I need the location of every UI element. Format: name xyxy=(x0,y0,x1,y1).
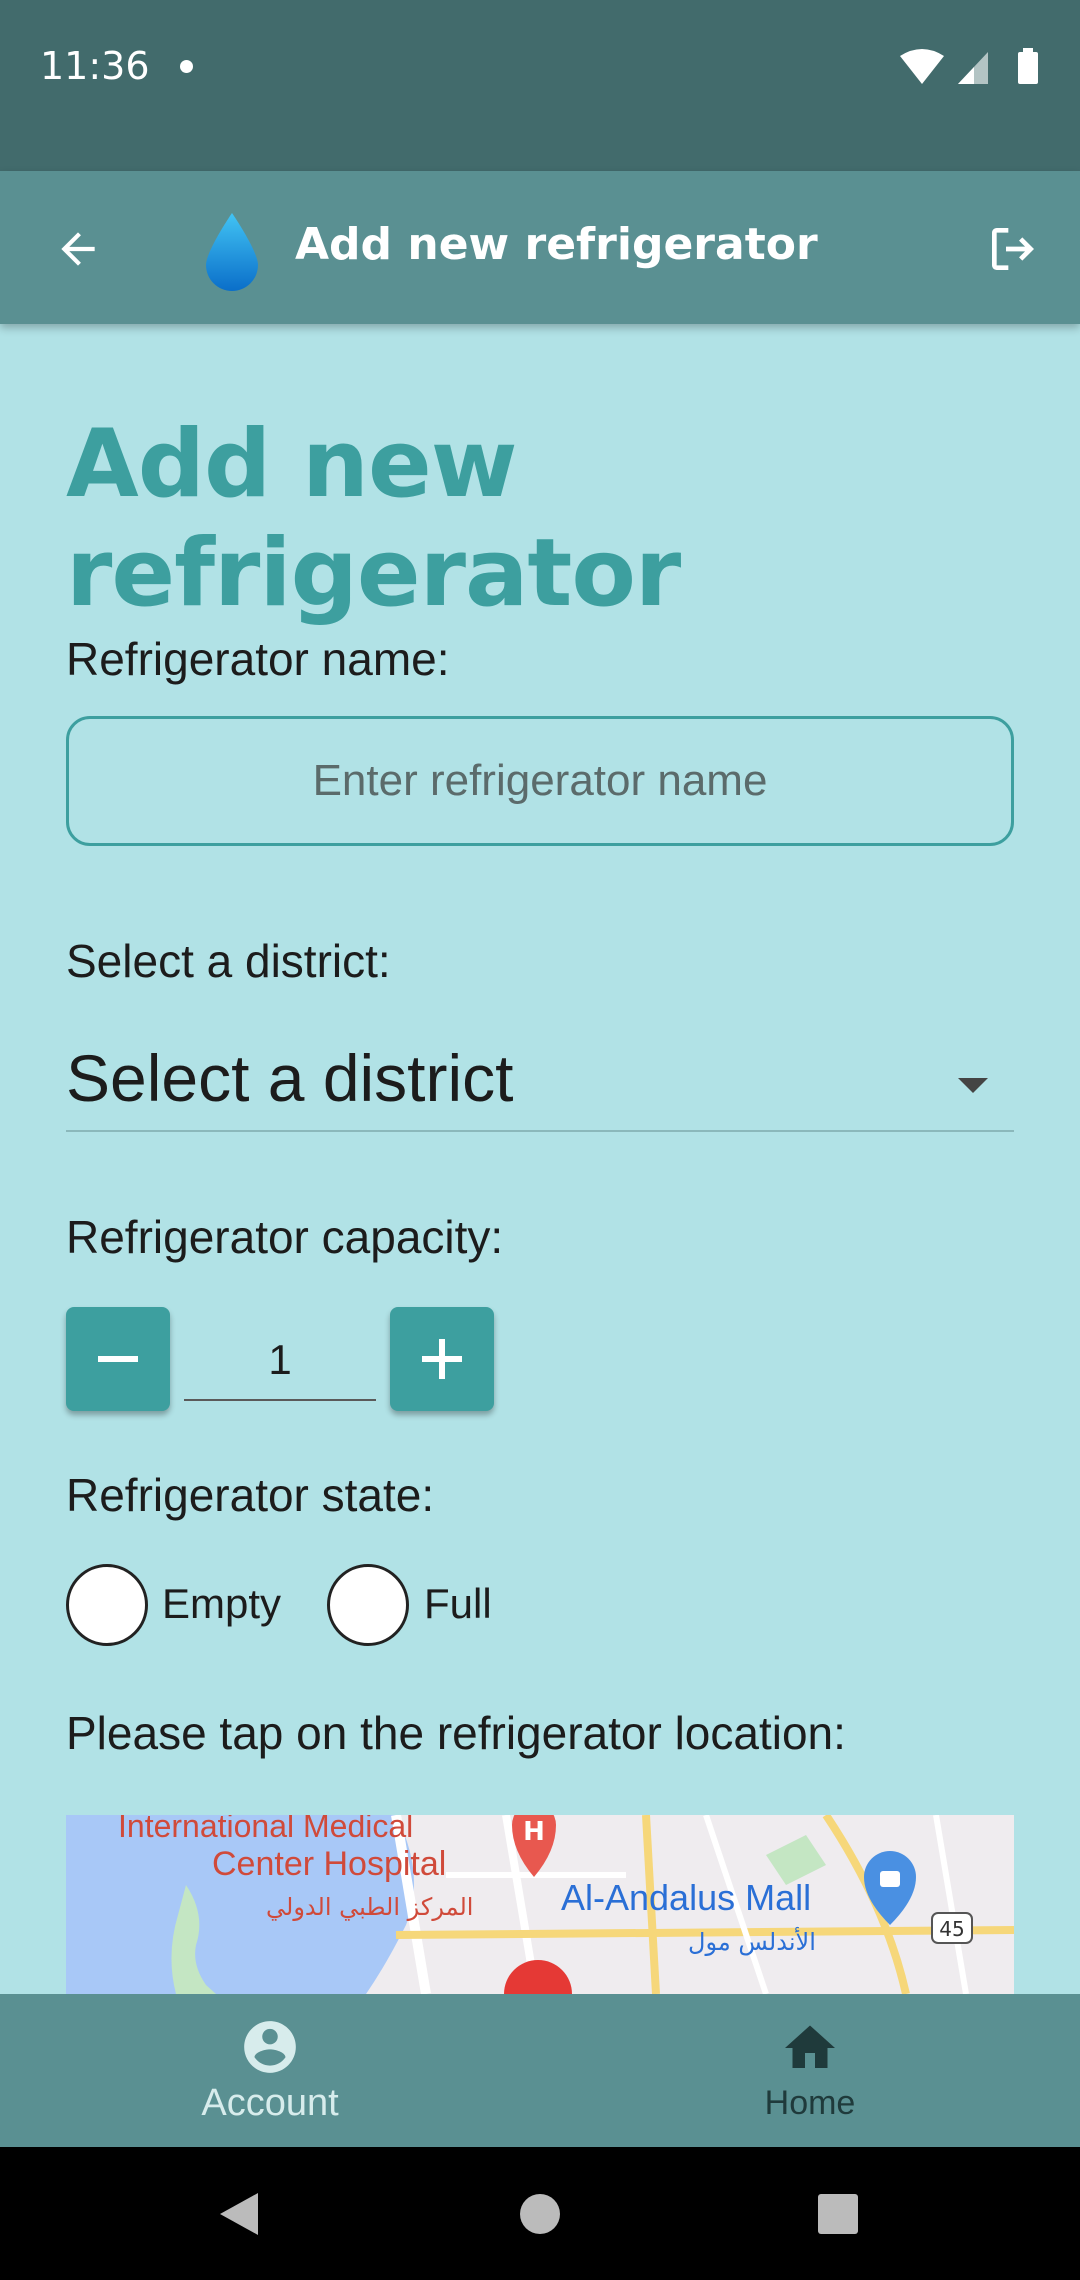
minus-icon xyxy=(98,1356,138,1362)
status-bar: 11:36 xyxy=(0,0,1080,171)
nav-recents-icon xyxy=(818,2194,858,2234)
nav-home-circle-icon xyxy=(520,2194,560,2234)
logout-button[interactable] xyxy=(975,211,1050,286)
arrow-back-icon xyxy=(60,231,95,266)
state-label: Refrigerator state: xyxy=(66,1469,435,1521)
app-bar-title: Add new refrigerator xyxy=(295,219,818,270)
status-time: 11:36 xyxy=(40,44,150,88)
logout-icon xyxy=(991,227,1034,270)
battery-icon xyxy=(1018,52,1038,84)
refrigerator-name-input[interactable] xyxy=(66,716,1014,846)
road-shield-label: 45 xyxy=(939,1917,964,1941)
radio-full[interactable] xyxy=(327,1564,409,1646)
map-label-hospital-1: International Medical xyxy=(118,1815,413,1844)
radio-empty[interactable] xyxy=(66,1564,148,1646)
system-nav-buttons xyxy=(220,2193,858,2235)
svg-text:H: H xyxy=(523,1817,545,1847)
home-icon xyxy=(785,2025,835,2068)
map-label-hospital-ar: المركز الطبي الدولي xyxy=(266,1893,473,1921)
map-label-hospital-2: Center Hospital xyxy=(212,1845,446,1883)
radio-empty-label[interactable]: Empty xyxy=(162,1580,281,1628)
nav-home-label: Home xyxy=(764,2084,856,2122)
page-title: Add new refrigerator xyxy=(66,410,681,628)
radio-full-label[interactable]: Full xyxy=(424,1580,492,1628)
water-drop-logo-icon xyxy=(206,213,258,291)
account-circle-icon xyxy=(244,2021,296,2073)
map-label-mall-ar: الأندلس مول xyxy=(688,1927,816,1956)
name-label: Refrigerator name: xyxy=(66,633,450,685)
capacity-label: Refrigerator capacity: xyxy=(66,1211,504,1263)
district-selected-value: Select a district xyxy=(66,1041,514,1115)
location-label: Please tap on the refrigerator location: xyxy=(66,1707,846,1759)
nav-account-label: Account xyxy=(201,2082,339,2124)
district-dropdown[interactable]: Select a district xyxy=(66,1040,1014,1132)
nav-home[interactable]: Home xyxy=(540,1994,1080,2147)
back-button[interactable] xyxy=(40,211,115,286)
wifi-icon xyxy=(900,49,944,84)
notification-dot-icon xyxy=(180,60,193,73)
increment-button[interactable] xyxy=(390,1307,494,1411)
map-canvas[interactable]: H 45 International Medical Center Hospit… xyxy=(66,1815,1014,1994)
capacity-value[interactable]: 1 xyxy=(184,1319,376,1401)
form-content[interactable]: Add new refrigerator Refrigerator name: … xyxy=(0,324,1080,1994)
system-navigation-bar xyxy=(0,2147,1080,2280)
district-label: Select a district: xyxy=(66,935,391,987)
bottom-navigation: Account Home xyxy=(0,1994,1080,2147)
decrement-button[interactable] xyxy=(66,1307,170,1411)
app-bar: Add new refrigerator xyxy=(0,171,1080,324)
location-map[interactable]: H 45 International Medical Center Hospit… xyxy=(66,1815,1014,1994)
chevron-down-icon xyxy=(958,1078,988,1093)
nav-back-icon xyxy=(220,2193,258,2235)
map-label-mall: Al-Andalus Mall xyxy=(561,1877,811,1918)
nav-account[interactable]: Account xyxy=(0,1994,540,2147)
status-icons xyxy=(900,48,1038,84)
plus-icon xyxy=(422,1339,462,1379)
